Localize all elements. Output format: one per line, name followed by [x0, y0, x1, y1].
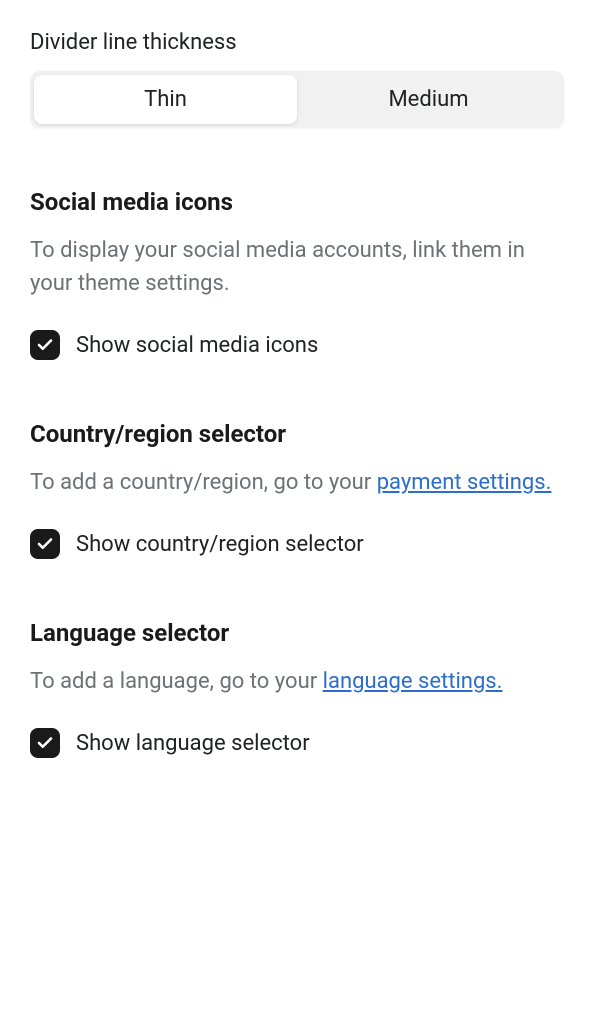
divider-option-medium[interactable]: Medium: [297, 75, 560, 124]
social-media-checkbox-label: Show social media icons: [76, 333, 318, 358]
language-selector-description-text: To add a language, go to your: [30, 669, 323, 694]
divider-thickness-segmented-control[interactable]: Thin Medium: [30, 71, 564, 128]
social-media-checkbox[interactable]: [30, 330, 60, 360]
language-selector-section: Language selector To add a language, go …: [30, 619, 564, 758]
language-selector-description: To add a language, go to your language s…: [30, 665, 564, 698]
social-media-section: Social media icons To display your socia…: [30, 188, 564, 360]
language-settings-link[interactable]: language settings.: [323, 669, 503, 694]
social-media-heading: Social media icons: [30, 188, 564, 216]
checkmark-icon: [36, 336, 54, 354]
social-media-checkbox-row: Show social media icons: [30, 330, 564, 360]
divider-option-thin[interactable]: Thin: [34, 75, 297, 124]
language-selector-checkbox-label: Show language selector: [76, 731, 310, 756]
country-region-section: Country/region selector To add a country…: [30, 420, 564, 559]
country-region-checkbox-row: Show country/region selector: [30, 529, 564, 559]
language-selector-checkbox[interactable]: [30, 728, 60, 758]
country-region-checkbox[interactable]: [30, 529, 60, 559]
country-region-description-text: To add a country/region, go to your: [30, 470, 377, 495]
checkmark-icon: [36, 535, 54, 553]
language-selector-checkbox-row: Show language selector: [30, 728, 564, 758]
country-region-checkbox-label: Show country/region selector: [76, 532, 364, 557]
country-region-description: To add a country/region, go to your paym…: [30, 466, 564, 499]
social-media-description: To display your social media accounts, l…: [30, 234, 564, 300]
divider-thickness-label: Divider line thickness: [30, 30, 564, 55]
language-selector-heading: Language selector: [30, 619, 564, 647]
country-region-heading: Country/region selector: [30, 420, 564, 448]
checkmark-icon: [36, 734, 54, 752]
payment-settings-link[interactable]: payment settings.: [377, 470, 552, 495]
